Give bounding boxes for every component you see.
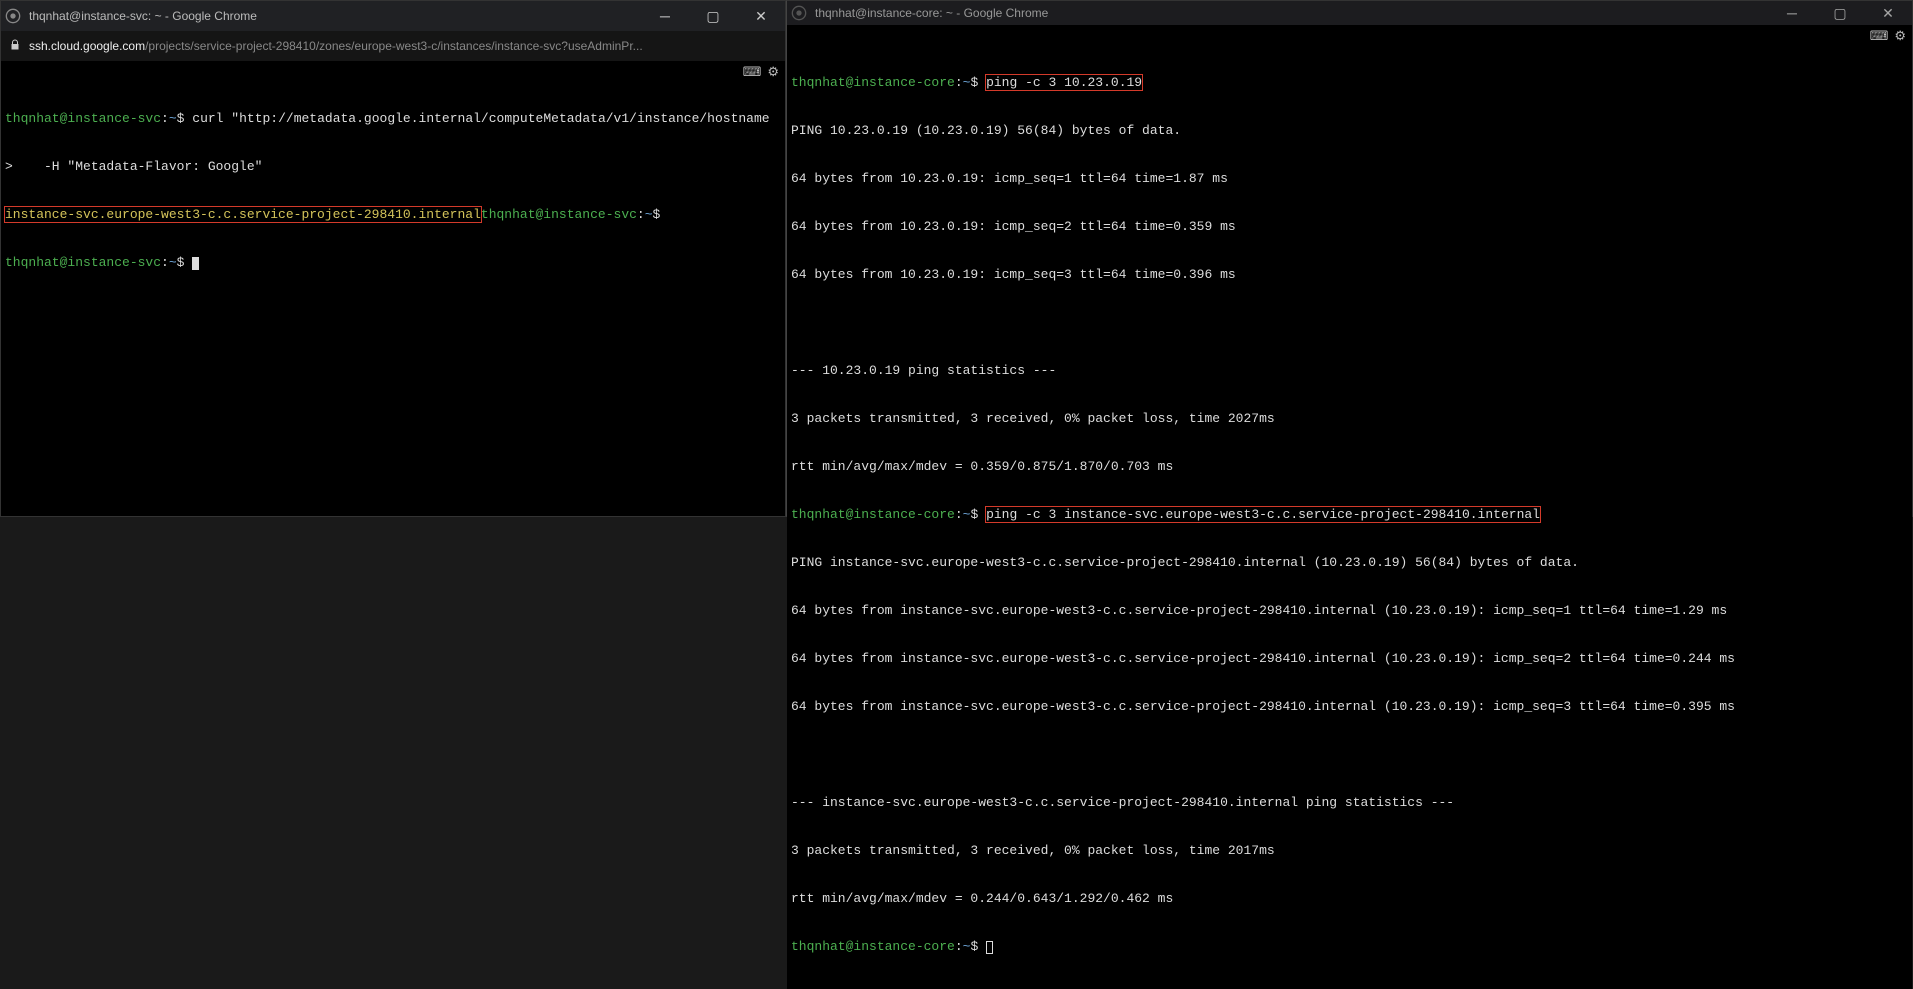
terminal-line: thqnhat@instance-core:~$ ping -c 3 insta… (791, 507, 1908, 523)
keyboard-icon[interactable]: ⌨ (743, 65, 762, 81)
maximize-button[interactable]: ▢ (693, 4, 733, 28)
terminal-line: instance-svc.europe-west3-c.c.service-pr… (5, 207, 781, 223)
right-terminal[interactable]: ⌨ ⚙ thqnhat@instance-core:~$ ping -c 3 1… (787, 25, 1912, 989)
chrome-icon (791, 5, 807, 21)
minimize-button[interactable]: ─ (1772, 1, 1812, 25)
left-address-bar[interactable]: ssh.cloud.google.com/projects/service-pr… (1, 31, 785, 61)
terminal-line: PING instance-svc.europe-west3-c.c.servi… (791, 555, 1908, 571)
terminal-line: --- instance-svc.europe-west3-c.c.servic… (791, 795, 1908, 811)
terminal-line: thqnhat@instance-core:~$ ping -c 3 10.23… (791, 75, 1908, 91)
terminal-line: thqnhat@instance-svc:~$ curl "http://met… (5, 111, 781, 127)
terminal-line: thqnhat@instance-core:~$ (791, 939, 1908, 955)
terminal-controls: ⌨ ⚙ (1870, 29, 1906, 45)
terminal-line: rtt min/avg/max/mdev = 0.359/0.875/1.870… (791, 459, 1908, 475)
gear-icon[interactable]: ⚙ (1894, 29, 1906, 45)
url-text: ssh.cloud.google.com/projects/service-pr… (29, 39, 643, 53)
window-title: thqnhat@instance-core: ~ - Google Chrome (815, 6, 1048, 20)
terminal-line: 64 bytes from instance-svc.europe-west3-… (791, 699, 1908, 715)
cursor (986, 941, 993, 954)
minimize-button[interactable]: ─ (645, 4, 685, 28)
terminal-line: 64 bytes from 10.23.0.19: icmp_seq=3 ttl… (791, 267, 1908, 283)
left-terminal[interactable]: ⌨ ⚙ thqnhat@instance-svc:~$ curl "http:/… (1, 61, 785, 516)
terminal-line: 64 bytes from 10.23.0.19: icmp_seq=2 ttl… (791, 219, 1908, 235)
highlighted-command: ping -c 3 instance-svc.europe-west3-c.c.… (986, 507, 1540, 522)
highlighted-command: ping -c 3 10.23.0.19 (986, 75, 1142, 90)
terminal-line: rtt min/avg/max/mdev = 0.244/0.643/1.292… (791, 891, 1908, 907)
close-button[interactable]: ✕ (741, 4, 781, 28)
window-title: thqnhat@instance-svc: ~ - Google Chrome (29, 9, 257, 23)
terminal-line: 64 bytes from instance-svc.europe-west3-… (791, 651, 1908, 667)
terminal-line: --- 10.23.0.19 ping statistics --- (791, 363, 1908, 379)
terminal-line: > -H "Metadata-Flavor: Google" (5, 159, 781, 175)
terminal-controls: ⌨ ⚙ (743, 65, 779, 81)
terminal-line: PING 10.23.0.19 (10.23.0.19) 56(84) byte… (791, 123, 1908, 139)
terminal-line: 3 packets transmitted, 3 received, 0% pa… (791, 411, 1908, 427)
terminal-line: 3 packets transmitted, 3 received, 0% pa… (791, 843, 1908, 859)
keyboard-icon[interactable]: ⌨ (1870, 29, 1889, 45)
terminal-line: thqnhat@instance-svc:~$ (5, 255, 781, 271)
cursor (192, 257, 199, 270)
maximize-button[interactable]: ▢ (1820, 1, 1860, 25)
highlighted-hostname: instance-svc.europe-west3-c.c.service-pr… (5, 207, 481, 222)
terminal-line (791, 315, 1908, 331)
chrome-icon (5, 8, 21, 24)
lock-icon (9, 39, 23, 53)
terminal-line: 64 bytes from 10.23.0.19: icmp_seq=1 ttl… (791, 171, 1908, 187)
left-titlebar[interactable]: thqnhat@instance-svc: ~ - Google Chrome … (1, 1, 785, 31)
right-titlebar[interactable]: thqnhat@instance-core: ~ - Google Chrome… (787, 1, 1912, 25)
left-window: thqnhat@instance-svc: ~ - Google Chrome … (0, 0, 786, 517)
terminal-line: 64 bytes from instance-svc.europe-west3-… (791, 603, 1908, 619)
close-button[interactable]: ✕ (1868, 1, 1908, 25)
gear-icon[interactable]: ⚙ (767, 65, 779, 81)
terminal-line (791, 747, 1908, 763)
right-window: thqnhat@instance-core: ~ - Google Chrome… (786, 0, 1913, 517)
